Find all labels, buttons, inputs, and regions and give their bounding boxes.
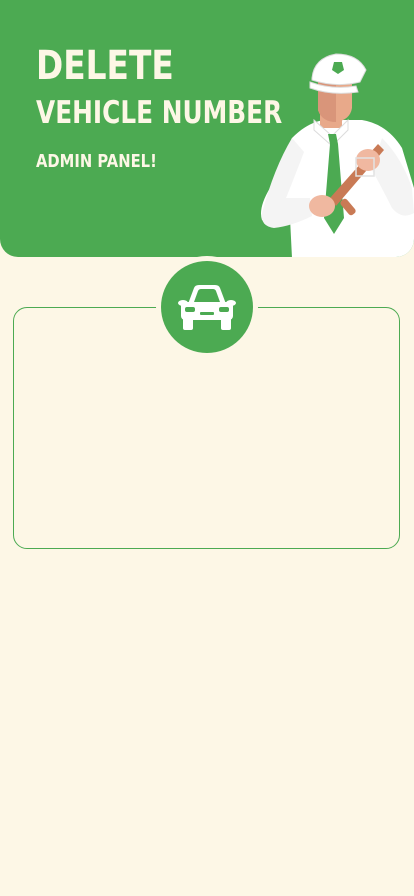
page-title: DELETE [36, 43, 174, 89]
car-icon [178, 285, 236, 330]
traffic-officer-illustration [261, 53, 414, 257]
car-badge [156, 256, 258, 358]
page-subtitle: ADMIN PANEL! [36, 151, 157, 172]
header-banner: DELETE VEHICLE NUMBER ADMIN PANEL! [0, 0, 414, 257]
delete-vehicle-screen: DELETE VEHICLE NUMBER ADMIN PANEL! [0, 0, 414, 896]
page-title-secondary: VEHICLE NUMBER [36, 95, 283, 131]
